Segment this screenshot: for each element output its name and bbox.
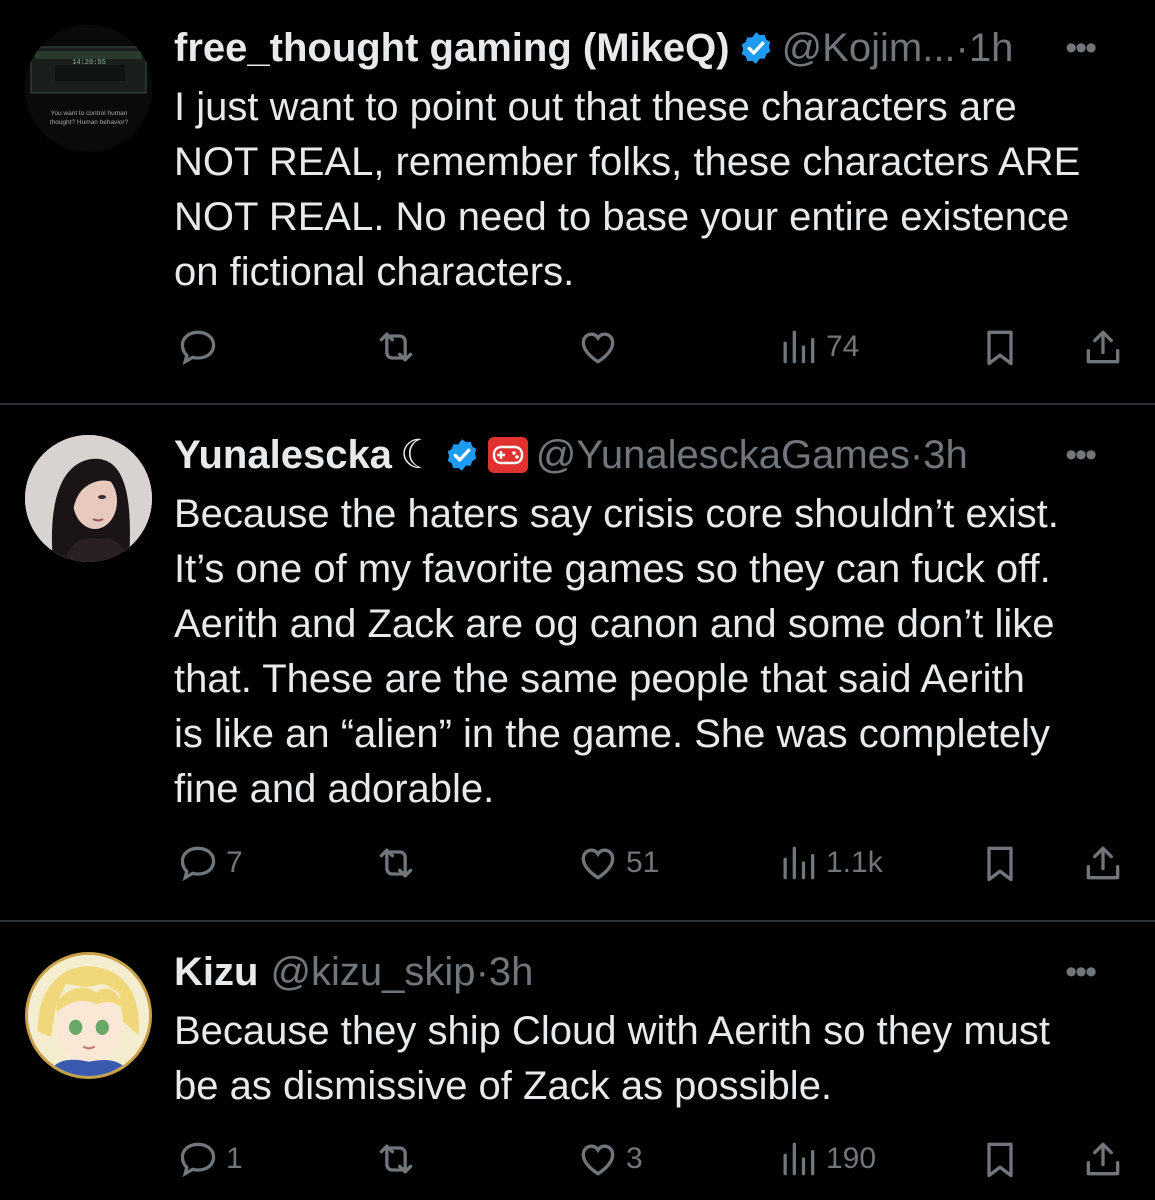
tweet-text-line: fine and adorable. [174, 767, 495, 811]
more-icon[interactable]: ••• [1065, 430, 1097, 480]
like-button[interactable] [576, 322, 626, 372]
reply-button[interactable]: 1 [176, 1134, 243, 1184]
more-icon[interactable]: ••• [1065, 947, 1097, 997]
verified-icon[interactable] [444, 437, 480, 473]
tweet-text-line: It’s one of my favorite games so they ca… [174, 547, 1051, 591]
reply-icon [176, 1137, 220, 1181]
tweet-header: Yunalescka ☾ @YunalesckaGames · 3h ••• [174, 430, 1125, 480]
like-icon [576, 841, 620, 885]
avatar[interactable] [25, 435, 152, 562]
tweet-3[interactable]: Kizu @kizu_skip · 3h ••• Because they sh… [0, 922, 1155, 1200]
separator-dot: · [475, 949, 489, 994]
like-count: 51 [626, 846, 660, 879]
handle[interactable]: @kizu_skip [270, 950, 475, 995]
bookmark-button[interactable] [978, 838, 1022, 888]
tweet-1[interactable]: 14:20:55 You want to control human thoug… [0, 0, 1155, 403]
tweet-2[interactable]: Yunalescka ☾ @YunalesckaGames · 3h ••• B… [0, 405, 1155, 920]
share-icon [1081, 841, 1125, 885]
tweet-text-line: NOT REAL, remember folks, these characte… [174, 140, 1081, 184]
display-name[interactable]: Kizu [174, 950, 258, 995]
retweet-icon [374, 325, 418, 369]
share-button[interactable] [1081, 838, 1125, 888]
views-button[interactable]: 1.1k [776, 838, 883, 888]
bookmark-icon [978, 325, 1022, 369]
view-count: 74 [826, 330, 860, 363]
share-icon [1081, 1137, 1125, 1181]
separator-dot: · [955, 25, 969, 70]
avatar[interactable]: 14:20:55 You want to control human thoug… [25, 25, 152, 152]
tweet-text-line: Because the haters say crisis core shoul… [174, 492, 1059, 536]
like-count: 3 [626, 1142, 643, 1175]
separator-dot: · [909, 432, 924, 477]
retweet-icon [374, 1137, 418, 1181]
reply-button[interactable]: 7 [176, 838, 243, 888]
tweet-text-line: be as dismissive of Zack as possible. [174, 1064, 833, 1108]
avatar-caption-2: thought? Human behavior? [50, 119, 129, 126]
tweet-text-line: NOT REAL. No need to base your entire ex… [174, 195, 1070, 239]
reply-icon [176, 325, 220, 369]
views-button[interactable]: 74 [776, 322, 859, 372]
like-button[interactable]: 51 [576, 838, 659, 888]
name-moon-glyph: ☾ [399, 433, 436, 477]
reply-icon [176, 841, 220, 885]
avatar-caption-1: You want to control human [51, 110, 128, 117]
handle[interactable]: @YunalesckaGames [536, 433, 910, 478]
display-name[interactable]: Yunalescka [174, 433, 392, 478]
verified-icon[interactable] [738, 30, 774, 66]
like-button[interactable]: 3 [576, 1134, 643, 1184]
tweet-header: free_thought gaming (MikeQ) @Kojim... · … [174, 23, 1125, 73]
tweet-text-line: is like an “alien” in the game. She was … [174, 712, 1050, 756]
avatar-image [28, 955, 149, 1076]
retweet-button[interactable] [374, 838, 424, 888]
retweet-button[interactable] [374, 322, 424, 372]
tweet-text: I just want to point out that these char… [174, 80, 1139, 300]
reply-count: 7 [226, 846, 243, 879]
avatar-image: 14:20:55 You want to control human thoug… [25, 25, 152, 152]
views-icon [776, 1137, 820, 1181]
handle[interactable]: @Kojim... [782, 26, 956, 71]
bookmark-button[interactable] [978, 322, 1022, 372]
more-icon[interactable]: ••• [1065, 23, 1097, 73]
display-name[interactable]: free_thought gaming (MikeQ) [174, 26, 730, 71]
bookmark-icon [978, 841, 1022, 885]
tweet-header: Kizu @kizu_skip · 3h ••• [174, 947, 1125, 997]
retweet-icon [374, 841, 418, 885]
reply-count: 1 [226, 1142, 243, 1175]
like-icon [576, 325, 620, 369]
action-bar: 1 3 190 [0, 1134, 1155, 1184]
share-button[interactable] [1081, 322, 1125, 372]
avatar-clock: 14:20:55 [72, 59, 106, 67]
views-icon [776, 325, 820, 369]
tweet-text: Because they ship Cloud with Aerith so t… [174, 1004, 1139, 1114]
bookmark-icon [978, 1137, 1022, 1181]
action-bar: 7 51 1.1k [0, 838, 1155, 888]
tweet-text-line: Aerith and Zack are og canon and some do… [174, 602, 1055, 646]
view-count: 1.1k [826, 846, 883, 879]
gamepad-icon [487, 437, 528, 473]
avatar-image [25, 435, 152, 562]
avatar[interactable] [25, 952, 152, 1079]
views-icon [776, 841, 820, 885]
tweet-text-line: Because they ship Cloud with Aerith so t… [174, 1009, 1051, 1053]
tweet-text-line: I just want to point out that these char… [174, 85, 1017, 129]
reply-button[interactable] [176, 322, 226, 372]
action-bar: 74 [0, 322, 1155, 372]
share-icon [1081, 325, 1125, 369]
bookmark-button[interactable] [978, 1134, 1022, 1184]
share-button[interactable] [1081, 1134, 1125, 1184]
view-count: 190 [826, 1142, 877, 1175]
timestamp[interactable]: 1h [969, 26, 1014, 71]
timestamp[interactable]: 3h [489, 950, 534, 995]
like-icon [576, 1137, 620, 1181]
timestamp[interactable]: 3h [923, 433, 968, 478]
tweet-text-line: on fictional characters. [174, 250, 575, 294]
tweet-text-line: that. These are the same people that sai… [174, 657, 1025, 701]
tweet-text: Because the haters say crisis core shoul… [174, 487, 1139, 817]
views-button[interactable]: 190 [776, 1134, 876, 1184]
retweet-button[interactable] [374, 1134, 424, 1184]
